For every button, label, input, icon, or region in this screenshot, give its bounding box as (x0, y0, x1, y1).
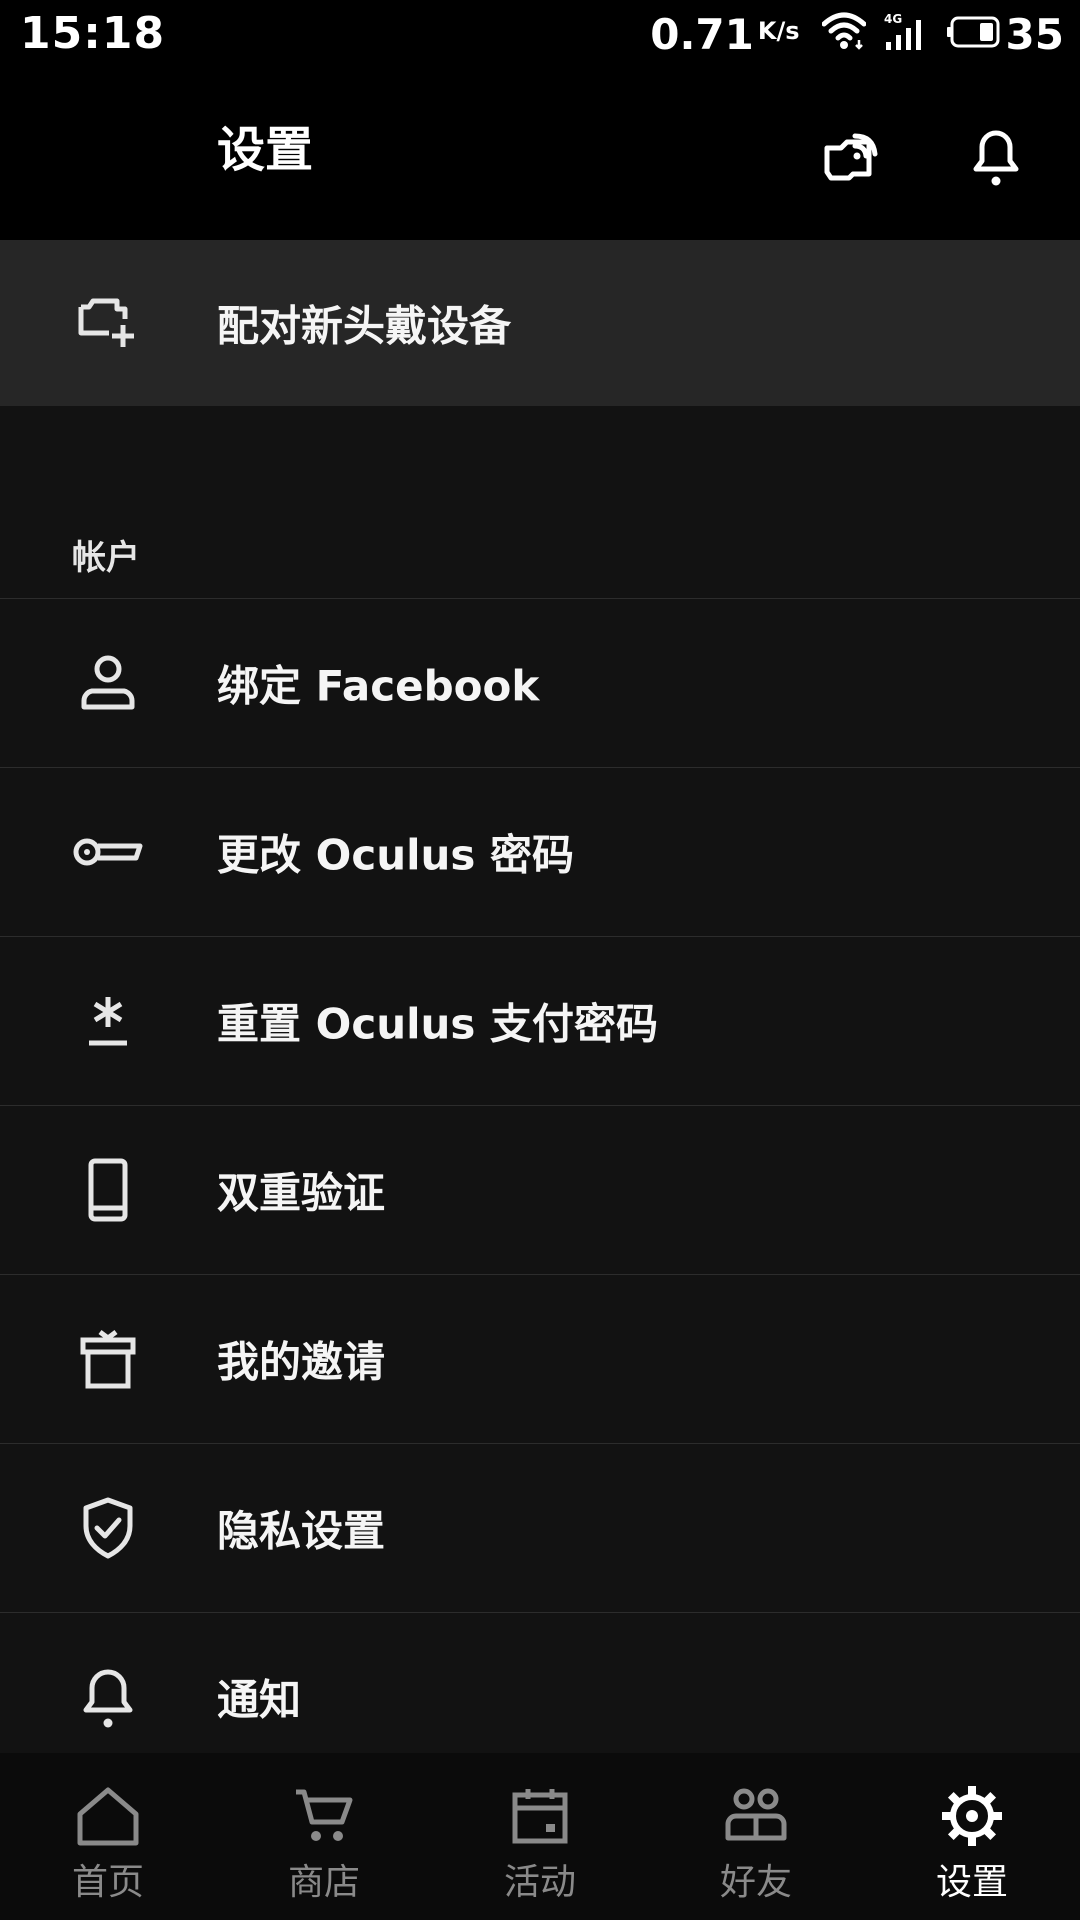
settings-item-change-password[interactable]: 更改 Oculus 密码 (0, 768, 1080, 936)
settings-item-invites[interactable]: 我的邀请 (0, 1275, 1080, 1443)
nav-label: 设置 (935, 1862, 1008, 1903)
network-type-label: 4G (884, 12, 902, 26)
settings-list: 配对新头戴设备 帐户 绑定 Facebook 更改 Oculus 密码 重置 O… (0, 240, 1080, 1753)
nav-label: 商店 (287, 1862, 360, 1903)
bell-icon (72, 1661, 144, 1733)
pair-headset-row[interactable]: 配对新头戴设备 (0, 240, 1080, 406)
settings-item-privacy[interactable]: 隐私设置 (0, 1444, 1080, 1612)
settings-item-two-factor[interactable]: 双重验证 (0, 1106, 1080, 1274)
settings-item-reset-payment-pin[interactable]: 重置 Oculus 支付密码 (0, 937, 1080, 1105)
bell-icon (966, 123, 1026, 193)
settings-item-label: 我的邀请 (217, 1337, 386, 1387)
gear-icon (936, 1783, 1008, 1849)
settings-item-label: 双重验证 (217, 1168, 386, 1218)
friends-icon (720, 1783, 792, 1849)
nav-friends[interactable]: 好友 (648, 1753, 864, 1920)
wifi-icon (821, 12, 867, 56)
settings-item-notifications[interactable]: 通知 (0, 1613, 1080, 1753)
person-icon (72, 647, 144, 719)
settings-item-label: 通知 (217, 1675, 302, 1725)
status-indicators: 0.71 K/s 4G 35 (650, 8, 1064, 60)
nav-settings[interactable]: 设置 (864, 1753, 1080, 1920)
nav-label: 好友 (719, 1862, 792, 1903)
home-icon (72, 1783, 144, 1849)
cart-icon (288, 1783, 360, 1849)
battery-percentage: 35 (1005, 9, 1064, 59)
settings-item-label: 隐私设置 (217, 1506, 386, 1556)
settings-item-label: 重置 Oculus 支付密码 (217, 999, 659, 1049)
nav-label: 活动 (503, 1862, 576, 1903)
gift-icon (72, 1323, 144, 1395)
status-bar: 15:18 0.71 K/s 4G 35 (0, 0, 1080, 68)
nav-label: 首页 (71, 1862, 144, 1903)
nav-events[interactable]: 活动 (432, 1753, 648, 1920)
battery-icon (946, 16, 1002, 52)
cast-icon (815, 126, 885, 190)
shield-check-icon (72, 1492, 144, 1564)
asterisk-icon (72, 985, 144, 1057)
network-speed: 0.71 (650, 9, 754, 59)
section-header-account: 帐户 (72, 538, 140, 578)
notifications-button[interactable] (958, 120, 1034, 196)
key-icon (72, 816, 144, 888)
settings-item-link-facebook[interactable]: 绑定 Facebook (0, 599, 1080, 767)
nav-store[interactable]: 商店 (216, 1753, 432, 1920)
page-title: 设置 (217, 122, 314, 178)
settings-item-label: 更改 Oculus 密码 (217, 830, 575, 880)
pair-headset-label: 配对新头戴设备 (217, 301, 512, 351)
settings-item-label: 绑定 Facebook (217, 661, 540, 711)
status-time: 15:18 (20, 8, 166, 59)
bottom-navigation: 首页 商店 活动 好友 设置 (0, 1753, 1080, 1920)
network-speed-unit: K/s (757, 17, 800, 45)
phone-icon (72, 1154, 144, 1226)
cellular-signal-icon: 4G (884, 12, 928, 56)
calendar-icon (504, 1783, 576, 1849)
headset-add-icon (72, 287, 144, 359)
app-bar: 设置 (0, 68, 1080, 240)
nav-home[interactable]: 首页 (0, 1753, 216, 1920)
cast-button[interactable] (812, 120, 888, 196)
